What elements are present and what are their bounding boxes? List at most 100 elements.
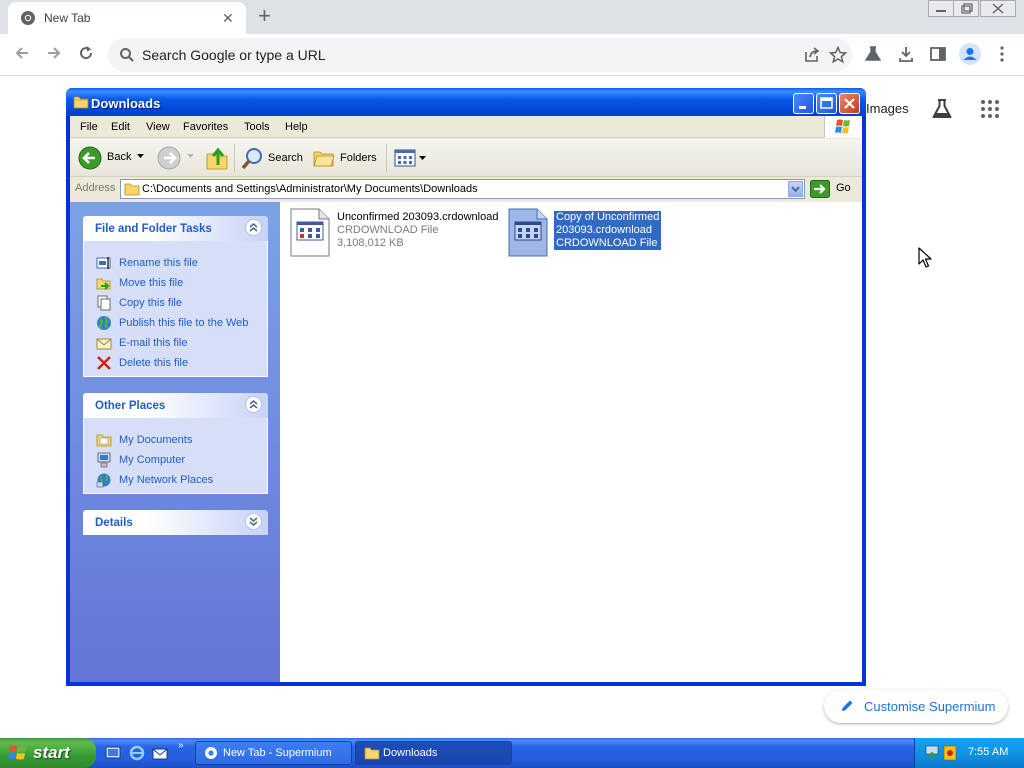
file-type: CRDOWNLOAD File xyxy=(556,237,658,249)
pencil-icon xyxy=(840,699,854,713)
browser-close-button[interactable] xyxy=(980,0,1016,17)
go-label: Go xyxy=(836,182,851,194)
file-folder-tasks-title: File and Folder Tasks xyxy=(95,223,212,235)
search-button-label[interactable]: Search xyxy=(268,152,303,164)
back-arrow-icon[interactable] xyxy=(13,44,31,62)
other-places-list: My Documents My Computer My Network Plac… xyxy=(83,418,268,494)
crdownload-file-icon xyxy=(507,208,549,258)
taskbar-button-new-tab[interactable]: New Tab - Supermium xyxy=(195,741,352,765)
search-icon xyxy=(119,47,135,63)
address-folder-icon xyxy=(124,182,140,196)
mouse-cursor-icon xyxy=(918,247,932,269)
tray-network-icon[interactable] xyxy=(925,745,939,761)
share-icon[interactable] xyxy=(804,47,820,63)
folder-icon xyxy=(73,95,89,109)
close-tab-icon[interactable]: ✕ xyxy=(222,10,234,27)
omnibox-text: Search Google or type a URL xyxy=(142,47,326,63)
tray-security-icon[interactable] xyxy=(943,745,957,761)
explorer-window: Downloads File Edit View Favorites Tools… xyxy=(66,88,866,686)
file-size: 3,108,012 KB xyxy=(337,237,404,249)
windows-logo-icon xyxy=(8,744,28,762)
menu-file[interactable]: File xyxy=(80,121,98,133)
quick-launch-chevron-icon[interactable]: » xyxy=(178,740,184,751)
address-path: C:\Documents and Settings\Administrator\… xyxy=(142,183,478,195)
forward-dropdown-icon xyxy=(187,154,194,159)
browser-minimize-button[interactable] xyxy=(928,0,954,17)
omnibox[interactable]: Search Google or type a URL xyxy=(108,38,852,72)
explorer-client-area: File Edit View Favorites Tools Help Back xyxy=(70,116,862,682)
explorer-address-bar: Address C:\Documents and Settings\Admini… xyxy=(70,178,862,200)
task-label: Copy this file xyxy=(119,297,182,309)
file-type: CRDOWNLOAD File xyxy=(337,224,439,236)
download-icon[interactable] xyxy=(897,45,915,63)
profile-avatar-icon[interactable] xyxy=(958,42,982,66)
menu-view[interactable]: View xyxy=(146,121,170,133)
views-icon[interactable] xyxy=(394,148,416,168)
explorer-close-button[interactable] xyxy=(839,93,860,114)
email-icon xyxy=(96,335,112,351)
explorer-title-bar[interactable]: Downloads xyxy=(66,88,866,116)
labs-flask-icon[interactable] xyxy=(864,45,882,63)
taskbar-button-downloads[interactable]: Downloads xyxy=(355,741,512,765)
back-button-label[interactable]: Back xyxy=(107,151,131,163)
forward-arrow-icon[interactable] xyxy=(45,44,63,62)
outlook-express-icon[interactable] xyxy=(152,745,168,761)
labs-icon[interactable] xyxy=(931,98,953,120)
task-label: Rename this file xyxy=(119,257,198,269)
explorer-menu-bar: File Edit View Favorites Tools Help xyxy=(70,116,862,138)
images-link[interactable]: Images xyxy=(866,101,909,116)
explorer-minimize-button[interactable] xyxy=(793,93,814,114)
more-menu-icon[interactable] xyxy=(994,45,1010,63)
menu-favorites[interactable]: Favorites xyxy=(183,121,228,133)
apps-grid-icon[interactable] xyxy=(980,99,1000,119)
start-button[interactable]: start xyxy=(0,738,96,768)
taskbar-button-label: New Tab - Supermium xyxy=(223,747,332,759)
task-label: Move this file xyxy=(119,277,184,289)
new-tab-button[interactable]: + xyxy=(258,4,271,28)
globe-icon xyxy=(96,315,112,331)
go-button[interactable]: Go xyxy=(810,180,851,198)
bookmark-star-icon[interactable] xyxy=(829,46,847,64)
rename-icon xyxy=(96,255,112,271)
reload-icon[interactable] xyxy=(77,44,95,62)
other-places-panel: Other Places My Documents My Computer My… xyxy=(83,393,268,494)
browser-tab-new-tab[interactable]: New Tab ✕ xyxy=(8,2,246,34)
customise-label: Customise Supermium xyxy=(864,699,996,714)
show-desktop-icon[interactable] xyxy=(105,745,121,761)
explorer-maximize-button[interactable] xyxy=(816,93,837,114)
start-label: start xyxy=(33,743,70,762)
internet-explorer-icon[interactable] xyxy=(129,745,145,761)
details-header[interactable]: Details xyxy=(83,510,268,535)
explorer-toolbar: Back Search Folders xyxy=(70,139,862,177)
taskbar-button-label: Downloads xyxy=(383,747,438,759)
my-computer-icon xyxy=(96,452,112,468)
taskbar: start » New Tab - Supermium Downloads 7:… xyxy=(0,738,1024,768)
explorer-file-view[interactable]: Unconfirmed 203093.crdownload CRDOWNLOAD… xyxy=(280,202,862,682)
task-label: Publish this file to the Web xyxy=(119,317,249,329)
back-icon[interactable] xyxy=(78,146,102,170)
menu-tools[interactable]: Tools xyxy=(244,121,270,133)
crdownload-file-icon xyxy=(289,208,331,258)
address-dropdown-icon[interactable] xyxy=(788,181,803,197)
folders-icon[interactable] xyxy=(313,148,335,168)
forward-icon[interactable] xyxy=(157,146,181,170)
views-dropdown-icon[interactable] xyxy=(419,156,426,161)
browser-tab-strip: New Tab ✕ + xyxy=(0,0,1024,34)
collapse-chevron-icon[interactable] xyxy=(245,396,262,413)
folders-button-label[interactable]: Folders xyxy=(340,152,377,164)
side-panel-icon[interactable] xyxy=(929,45,947,63)
collapse-chevron-icon[interactable] xyxy=(245,219,262,236)
expand-chevron-icon[interactable] xyxy=(245,513,262,530)
file-name-line1: Copy of Unconfirmed xyxy=(556,211,660,223)
menu-help[interactable]: Help xyxy=(285,121,308,133)
toolbar-separator xyxy=(386,144,387,172)
other-places-header[interactable]: Other Places xyxy=(83,393,268,418)
up-folder-icon[interactable] xyxy=(205,145,229,171)
search-magnifier-icon[interactable] xyxy=(240,147,264,171)
browser-restore-button[interactable] xyxy=(953,0,979,17)
address-input[interactable]: C:\Documents and Settings\Administrator\… xyxy=(120,179,805,199)
customise-button[interactable]: Customise Supermium xyxy=(824,690,1008,723)
file-folder-tasks-header[interactable]: File and Folder Tasks xyxy=(83,216,268,241)
menu-edit[interactable]: Edit xyxy=(111,121,130,133)
back-dropdown-icon[interactable] xyxy=(137,154,144,159)
